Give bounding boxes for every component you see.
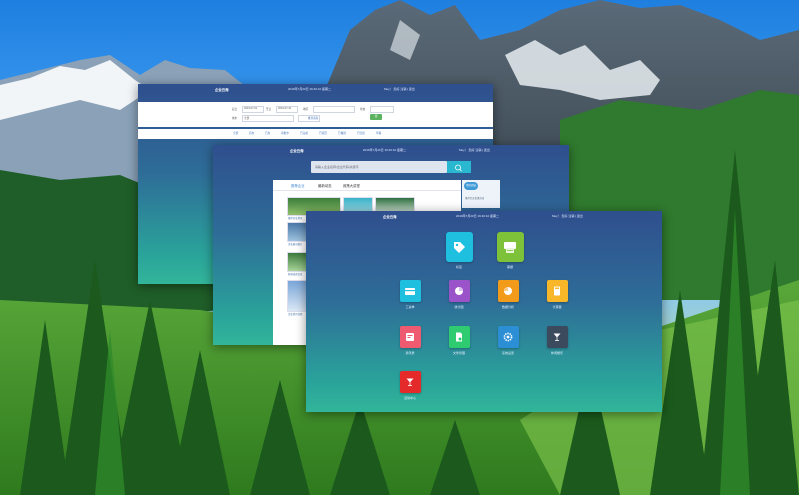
news-caption[interactable]: 企业资讯详情 — [288, 312, 302, 316]
news-caption[interactable]: 企业展示图片 — [288, 242, 302, 246]
search-input[interactable]: 请输入企业名称/企业代码/关键字 — [311, 161, 447, 173]
tab-item[interactable]: 已撤销 — [338, 131, 346, 135]
tab-policy[interactable]: 政策大讲堂 — [343, 183, 360, 188]
datetime: 2019年7月20日 16:40:10 星期二 — [363, 148, 407, 152]
search-button[interactable]: 搜 — [370, 114, 382, 120]
window-header: 企业云海 2019年7月20日 16:40:10 星期二 Mey！ 您好 注销 … — [306, 211, 662, 221]
app-tile-printer[interactable]: 票据 — [485, 232, 535, 269]
tab-recommend[interactable]: 推荐企业 — [291, 183, 305, 188]
user-menu[interactable]: Mey！ 您好 注销 | 退出 — [459, 148, 490, 152]
news-caption[interactable]: 推荐企业资讯 — [288, 216, 302, 220]
tab-item[interactable]: 已完成 — [300, 131, 308, 135]
user-menu[interactable]: Mey！ 您好 注销 | 退出 — [384, 87, 415, 91]
app-label: 数据分析 — [501, 305, 514, 309]
app-label: 计算器 — [552, 305, 562, 309]
app-title: 企业云海 — [383, 214, 397, 219]
tab-item[interactable]: 已归档 — [357, 131, 365, 135]
app-tile-settings[interactable]: 系统设置 — [483, 326, 533, 355]
app-tile-contacts[interactable]: 通讯录 — [385, 326, 435, 355]
card-icon — [399, 280, 421, 302]
tab-divider — [273, 190, 461, 191]
tab-item[interactable]: 已驳回 — [319, 131, 327, 135]
app-tile-stats[interactable]: 统计图 — [434, 280, 484, 309]
app-tile-documents[interactable]: 文件管理 — [434, 326, 484, 355]
pie-chart-icon — [497, 280, 519, 302]
tab-news[interactable]: 最新动态 — [318, 183, 332, 188]
gear-icon — [497, 326, 519, 348]
app-label: 标签 — [455, 265, 462, 269]
app-tile-card[interactable]: 工资单 — [385, 280, 435, 309]
recommend-tag[interactable]: 推荐商家 — [308, 116, 318, 120]
tab-item[interactable]: 待办 — [249, 131, 254, 135]
tab-item[interactable]: 草稿 — [376, 131, 381, 135]
app-tile-tag[interactable]: 标签 — [434, 232, 484, 269]
status-select[interactable] — [370, 106, 394, 113]
datetime: 2019年7月20日 16:40:10 星期二 — [288, 87, 332, 91]
window-header: 企业云海 2019年7月20日 16:40:10 星期二 Mey！ 您好 注销 … — [138, 84, 493, 94]
app-label: 通讯录 — [405, 351, 415, 355]
city-select[interactable] — [242, 115, 294, 122]
tab-item[interactable]: 已办 — [265, 131, 270, 135]
field-label: 至日 — [266, 108, 272, 111]
field-label: 起日 — [232, 108, 238, 111]
contact-card-icon — [399, 326, 421, 348]
app-launcher-window[interactable]: 企业云海 2019年7月20日 16:40:10 星期二 Mey！ 您好 注销 … — [306, 211, 662, 412]
news-caption[interactable]: 新闻动态信息 — [288, 272, 302, 276]
shop-badge[interactable]: 我的商城 — [464, 182, 478, 190]
calculator-icon — [546, 280, 568, 302]
side-note[interactable]: 推荐企业优惠活动 — [465, 196, 484, 200]
app-label: 休闲娱乐 — [550, 351, 563, 355]
app-tile-analysis[interactable]: 数据分析 — [483, 280, 533, 309]
field-label: 地区 — [303, 108, 309, 111]
app-label: 活动中心 — [403, 396, 416, 400]
user-menu[interactable]: Mey！ 您好 注销 | 退出 — [552, 214, 583, 218]
app-label: 票据 — [506, 265, 513, 269]
printer-icon — [496, 232, 524, 262]
app-label: 统计图 — [454, 305, 464, 309]
datetime: 2019年7月20日 16:40:10 星期二 — [456, 214, 500, 218]
app-label: 工资单 — [405, 305, 415, 309]
region-select[interactable] — [313, 106, 355, 113]
cocktail-icon — [546, 326, 568, 348]
tab-item[interactable]: 审批中 — [281, 131, 289, 135]
search-icon — [455, 164, 462, 172]
filter-form: 起日 2019-07-01 至日 2019-07-31 地区 状态 城市 全部 … — [138, 102, 493, 127]
status-tabs: 全部 待办 已办 审批中 已完成 已驳回 已撤销 已归档 草稿 — [138, 129, 493, 139]
side-widget: 我的商城 推荐企业优惠活动 — [462, 180, 500, 208]
app-title: 企业云海 — [215, 87, 229, 92]
field-label: 状态 — [360, 108, 366, 111]
pie-chart-icon — [448, 280, 470, 302]
tab-item[interactable]: 全部 — [233, 131, 238, 135]
app-title: 企业云海 — [290, 148, 304, 153]
cocktail-icon — [399, 371, 421, 393]
app-tile-activity[interactable]: 活动中心 — [385, 371, 435, 400]
app-tile-leisure[interactable]: 休闲娱乐 — [532, 326, 582, 355]
start-date-value: 2019-07-01 — [244, 107, 258, 110]
window-header: 企业云海 2019年7月20日 16:40:10 星期二 Mey！ 您好 注销 … — [213, 145, 569, 155]
app-tile-calculator[interactable]: 计算器 — [532, 280, 582, 309]
end-date-value: 2019-07-31 — [278, 107, 292, 110]
city-value: 全部 — [244, 117, 250, 120]
tag-icon — [445, 232, 473, 262]
app-label: 文件管理 — [452, 351, 465, 355]
search-button[interactable] — [447, 161, 471, 173]
app-label: 系统设置 — [501, 351, 514, 355]
document-icon — [448, 326, 470, 348]
field-label: 城市 — [232, 117, 238, 120]
